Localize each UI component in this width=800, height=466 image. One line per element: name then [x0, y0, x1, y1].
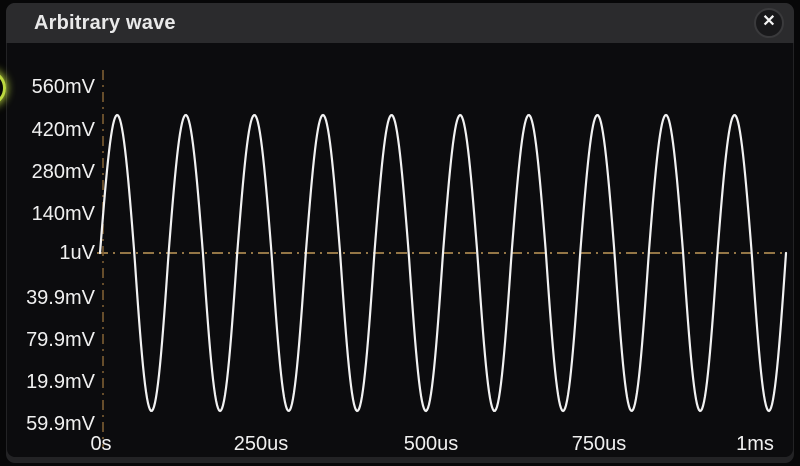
y-tick-label: 79.9mV	[7, 329, 95, 351]
sine-waveform-trace	[100, 115, 786, 411]
y-tick-label: 560mV	[7, 76, 95, 98]
dialog-title: Arbitrary wave	[34, 12, 176, 35]
close-button[interactable]: ✕	[754, 8, 784, 38]
waveform-chart	[7, 43, 793, 457]
arbitrary-wave-dialog: Arbitrary wave ✕ 560mV 420mV 280mV 140mV…	[6, 3, 794, 463]
y-tick-label: 140mV	[7, 203, 95, 225]
y-tick-label: 1uV	[7, 242, 95, 264]
x-tick-label: 0s	[90, 433, 111, 455]
dialog-titlebar: Arbitrary wave ✕	[6, 3, 794, 43]
y-tick-label: 39.9mV	[7, 287, 95, 309]
waveform-preview-panel: 560mV 420mV 280mV 140mV 1uV 39.9mV 79.9m…	[7, 43, 793, 457]
x-tick-label: 500us	[404, 433, 459, 455]
y-tick-label: 59.9mV	[7, 413, 95, 435]
x-tick-label: 1ms	[736, 433, 774, 455]
y-tick-label: 420mV	[7, 119, 95, 141]
close-icon: ✕	[762, 14, 775, 30]
y-tick-label: 280mV	[7, 161, 95, 183]
y-tick-label: 19.9mV	[7, 371, 95, 393]
x-tick-label: 250us	[234, 433, 289, 455]
x-tick-label: 750us	[572, 433, 627, 455]
